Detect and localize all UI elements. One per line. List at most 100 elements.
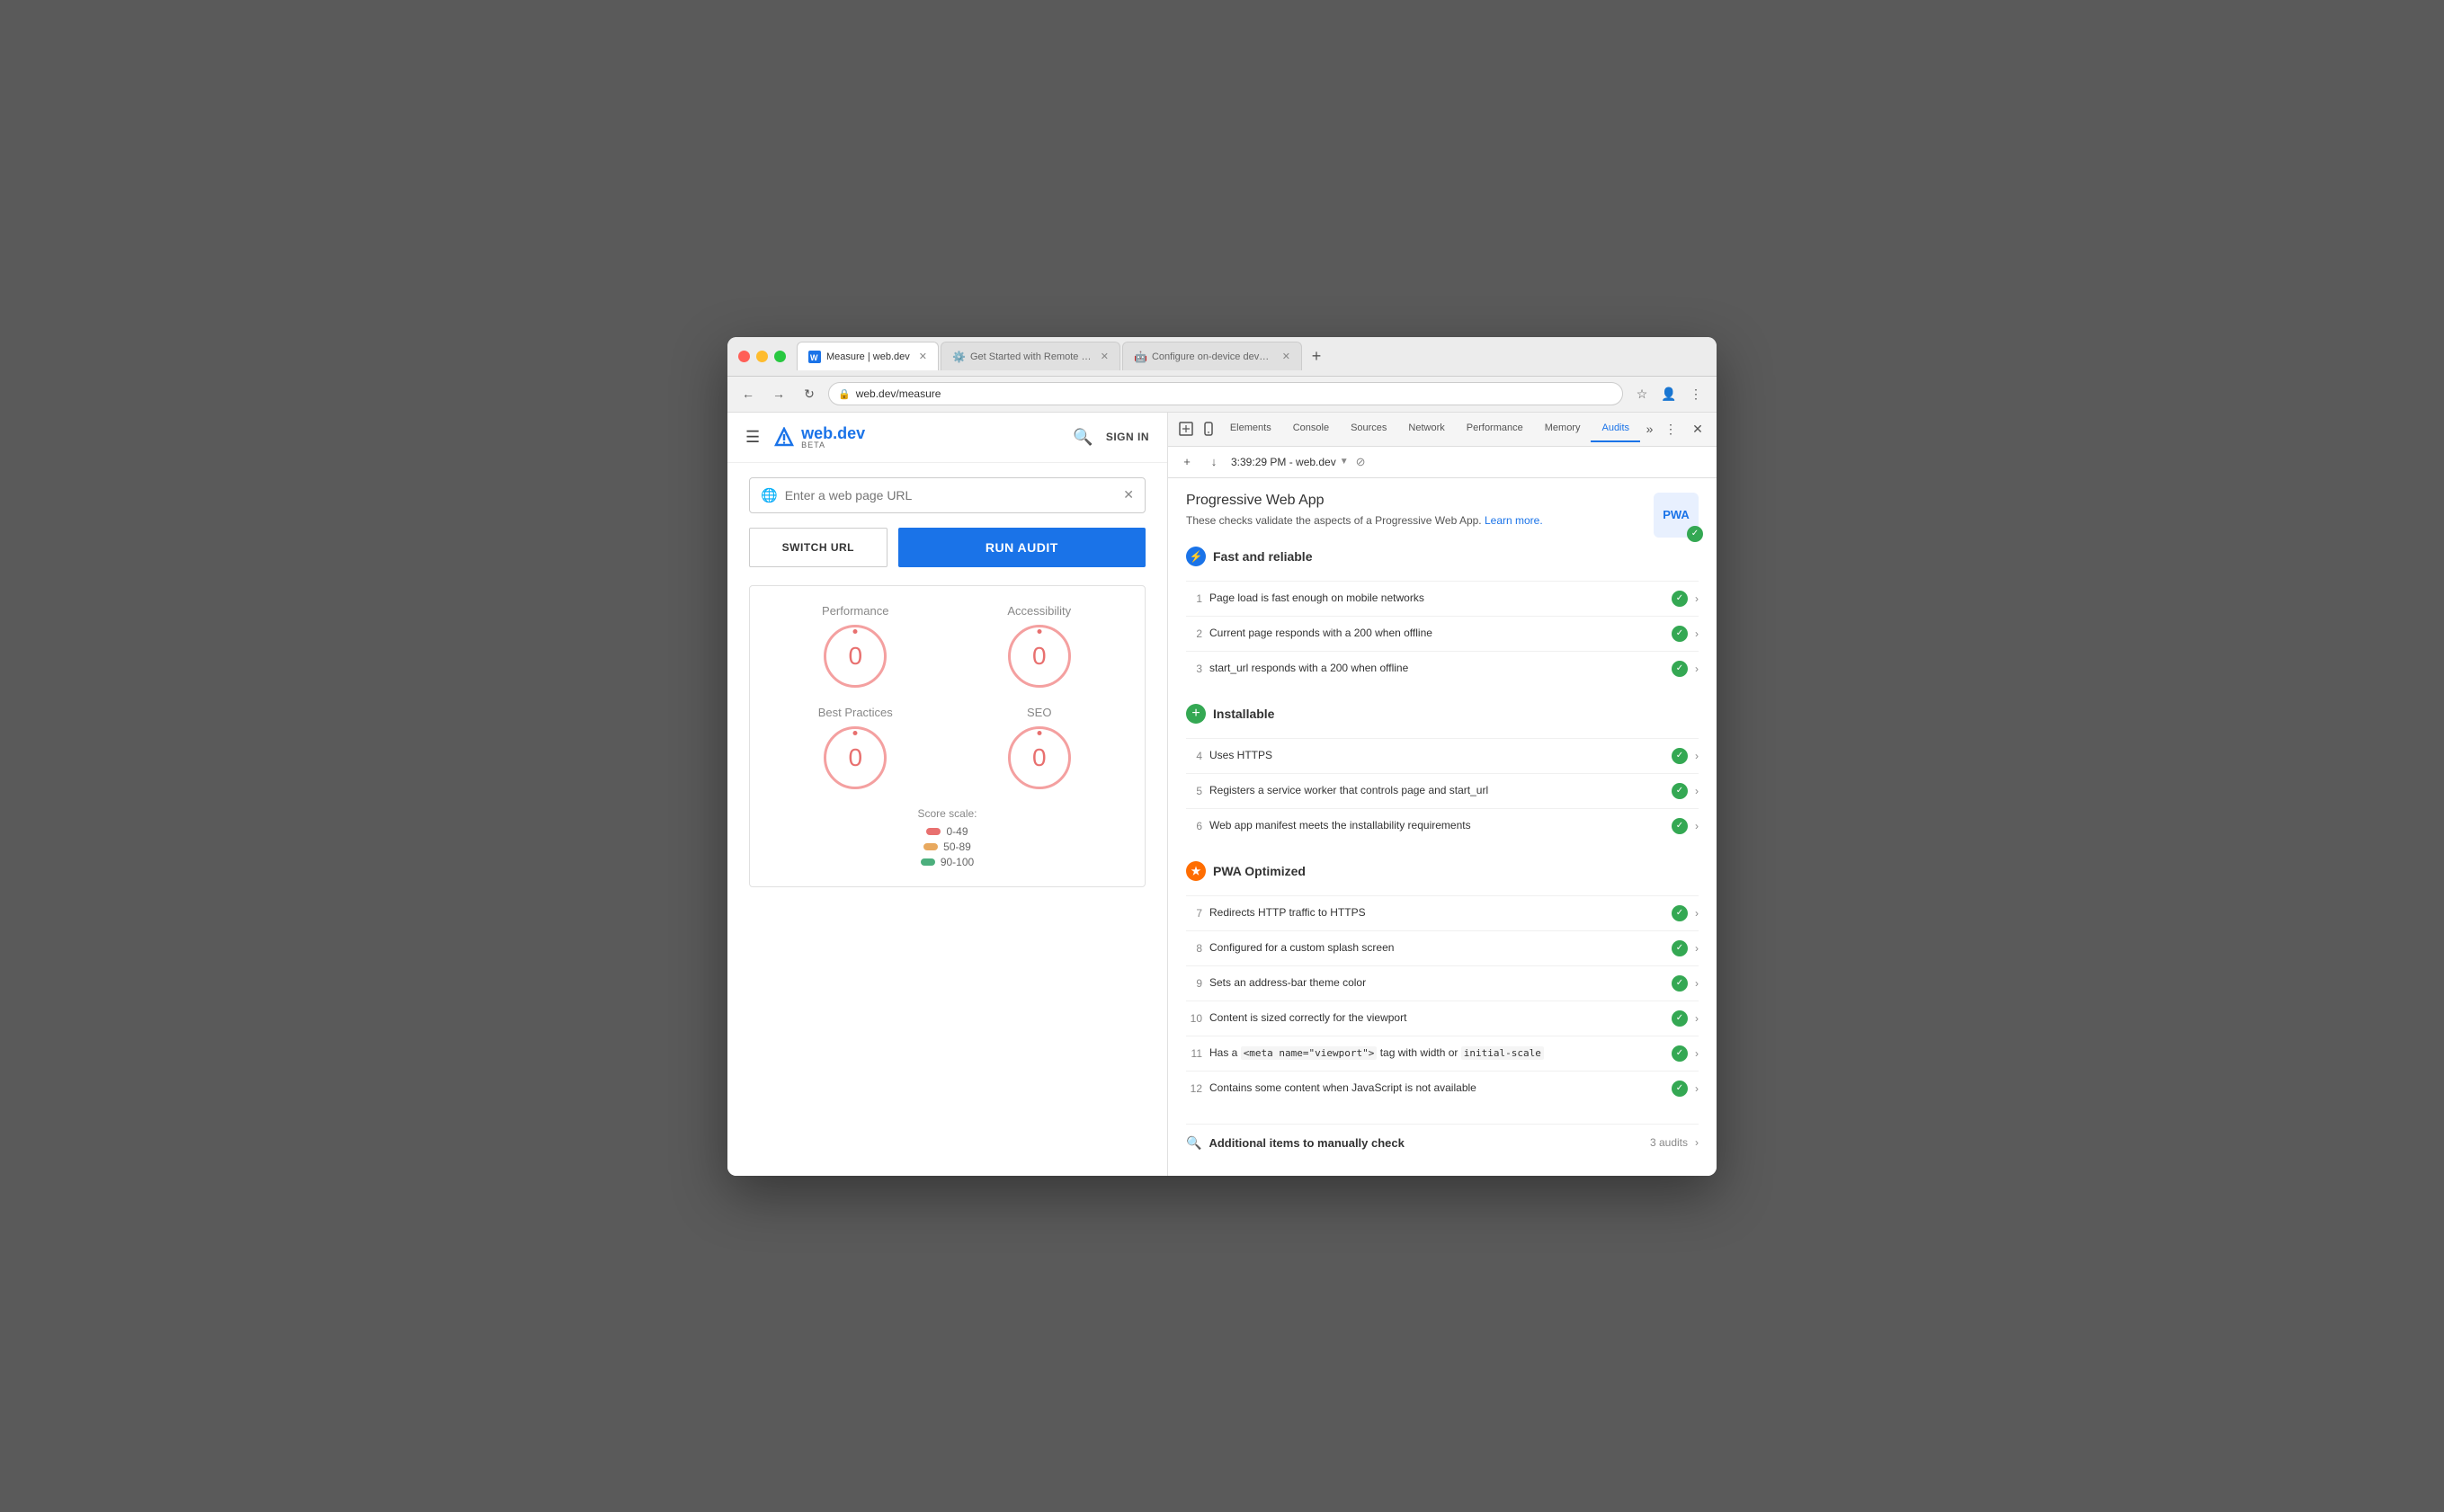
maximize-button[interactable] [774,351,786,362]
additional-items-count: 3 audits [1650,1136,1688,1149]
tab-2-close-icon[interactable]: ✕ [1101,351,1109,362]
more-tabs-icon[interactable]: » [1640,418,1659,440]
tab-network[interactable]: Network [1397,415,1455,442]
audit-check-8: ✓ [1672,940,1688,956]
devtools-inspect-icon[interactable] [1175,416,1197,441]
additional-items-row[interactable]: 🔍 Additional items to manually check 3 a… [1186,1124,1699,1161]
tab-2[interactable]: ⚙️ Get Started with Remote Debu... ✕ [941,342,1120,370]
tab-2-favicon: ⚙️ [952,351,965,363]
audit-check-7: ✓ [1672,905,1688,921]
seo-circle: 0 [1008,726,1071,789]
pwa-subtitle-text: These checks validate the aspects of a P… [1186,514,1482,527]
tab-close-icon[interactable]: ✕ [919,351,927,362]
pwa-badge-check: ✓ [1687,526,1703,542]
download-icon[interactable]: ↓ [1204,452,1224,472]
hamburger-icon[interactable]: ☰ [745,428,760,447]
tab-label: Measure | web.dev [826,351,910,362]
score-card-performance: Performance 0 [768,604,943,688]
tab-performance[interactable]: Performance [1456,415,1534,442]
fast-reliable-icon: ⚡ [1186,547,1206,566]
devtools-device-icon[interactable] [1197,416,1218,441]
audit-text-1: Page load is fast enough on mobile netwo… [1209,591,1664,606]
performance-dot [853,629,858,634]
block-icon[interactable]: ⊘ [1356,455,1366,469]
tab-audits[interactable]: Audits [1591,415,1640,442]
clear-input-icon[interactable]: ✕ [1123,487,1134,503]
section-pwa-optimized-header: ★ PWA Optimized [1186,861,1699,886]
scale-item-orange: 50-89 [923,840,971,853]
score-scale-title: Score scale: [768,807,1127,820]
minimize-button[interactable] [756,351,768,362]
bookmark-button[interactable]: ☆ [1630,382,1654,405]
additional-chevron-icon[interactable]: › [1695,1136,1699,1149]
audit-chevron-3[interactable]: › [1695,663,1699,675]
tab-3-label: Configure on-device develope... [1152,351,1273,362]
learn-more-link[interactable]: Learn more. [1485,514,1543,527]
audit-item-8: 8 Configured for a custom splash screen … [1186,930,1699,965]
accessibility-circle: 0 [1008,625,1071,688]
performance-circle: 0 [824,625,887,688]
reload-button[interactable]: ↻ [798,382,821,405]
best-practices-circle: 0 [824,726,887,789]
address-bar: ← → ↻ 🔒 web.dev/measure ☆ 👤 ⋮ [727,377,1717,413]
score-card-best-practices: Best Practices 0 [768,706,943,789]
devtools-right-controls: ⋮ ✕ [1659,417,1709,440]
tab-3-close-icon[interactable]: ✕ [1282,351,1290,362]
action-buttons: SWITCH URL RUN AUDIT [749,528,1146,567]
tab-elements[interactable]: Elements [1219,415,1282,442]
audit-chevron-11[interactable]: › [1695,1047,1699,1060]
tab-performance-label: Performance [1467,422,1523,433]
audit-item-1: 1 Page load is fast enough on mobile net… [1186,581,1699,616]
url-input[interactable] [785,488,1117,503]
audit-chevron-9[interactable]: › [1695,977,1699,990]
audit-chevron-7[interactable]: › [1695,907,1699,920]
pwa-badge-text: PWA [1663,508,1690,521]
audit-chevron-1[interactable]: › [1695,592,1699,605]
tab-memory[interactable]: Memory [1534,415,1592,442]
audit-chevron-4[interactable]: › [1695,750,1699,762]
audit-text-5: Registers a service worker that controls… [1209,783,1664,798]
close-button[interactable] [738,351,750,362]
devtools-close-button[interactable]: ✕ [1686,417,1709,440]
url-text: web.dev/measure [856,387,941,400]
menu-button[interactable]: ⋮ [1684,382,1708,405]
audit-chevron-2[interactable]: › [1695,627,1699,640]
account-button[interactable]: 👤 [1657,382,1681,405]
pwa-subtitle: These checks validate the aspects of a P… [1186,512,1543,529]
sign-in-button[interactable]: SIGN IN [1106,431,1149,443]
seo-value: 0 [1032,743,1047,772]
audit-chevron-10[interactable]: › [1695,1012,1699,1025]
audit-text-12: Contains some content when JavaScript is… [1209,1081,1664,1096]
switch-url-button[interactable]: SWITCH URL [749,528,888,567]
audit-check-5: ✓ [1672,783,1688,799]
run-audit-button[interactable]: RUN AUDIT [898,528,1146,567]
audit-item-4: 4 Uses HTTPS ✓ › [1186,738,1699,773]
tab-network-label: Network [1408,422,1444,433]
search-icon[interactable]: 🔍 [1073,428,1093,447]
new-audit-icon[interactable]: + [1177,452,1197,472]
audit-chevron-6[interactable]: › [1695,820,1699,832]
audit-item-11: 11 Has a <meta name="viewport"> tag with… [1186,1036,1699,1071]
audit-check-12: ✓ [1672,1081,1688,1097]
new-tab-button[interactable]: + [1304,343,1329,369]
audit-item-12: 12 Contains some content when JavaScript… [1186,1071,1699,1106]
section-installable: + Installable 4 Uses HTTPS ✓ › 5 Registe… [1186,704,1699,843]
devtools-more-button[interactable]: ⋮ [1659,417,1682,440]
audit-chevron-12[interactable]: › [1695,1082,1699,1095]
tab-elements-label: Elements [1230,422,1271,433]
back-button[interactable]: ← [736,382,760,405]
session-text: 3:39:29 PM - web.dev [1231,456,1336,468]
tab-active[interactable]: W Measure | web.dev ✕ [797,342,939,370]
seo-label: SEO [1027,706,1051,719]
session-arrow-icon[interactable]: ▼ [1340,457,1349,467]
svg-text:W: W [810,353,818,362]
url-bar[interactable]: 🔒 web.dev/measure [828,382,1623,405]
scale-range-red: 0-49 [946,825,968,838]
initial-scale-code: initial-scale [1461,1046,1544,1060]
audit-chevron-8[interactable]: › [1695,942,1699,955]
audit-chevron-5[interactable]: › [1695,785,1699,797]
tab-3[interactable]: 🤖 Configure on-device develope... ✕ [1122,342,1302,370]
tab-console[interactable]: Console [1282,415,1340,442]
tab-sources[interactable]: Sources [1340,415,1397,442]
forward-button[interactable]: → [767,382,790,405]
